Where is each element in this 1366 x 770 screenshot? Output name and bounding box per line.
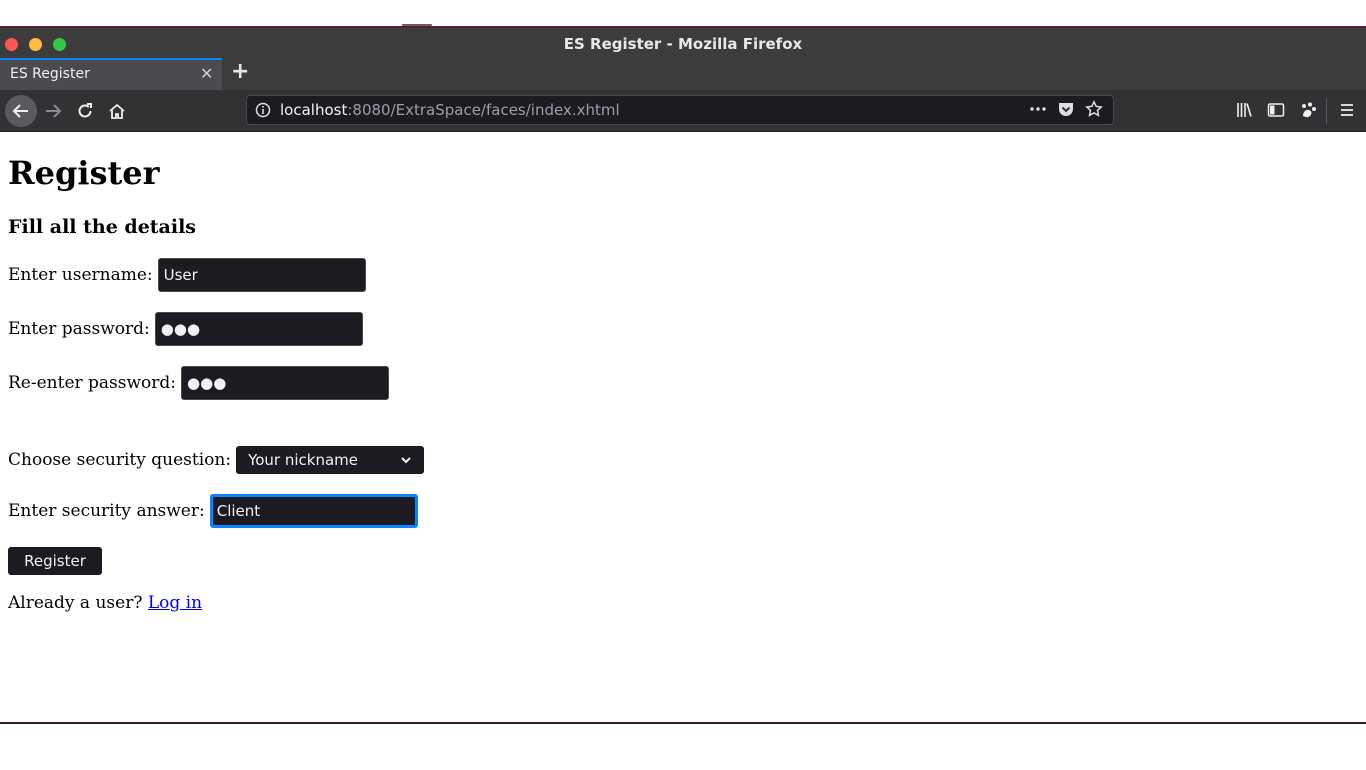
back-button[interactable] [5,95,37,127]
login-prompt-row: Already a user? Log in [8,593,202,613]
password-label: Enter password: [8,319,150,339]
toolbar-separator [1326,98,1327,124]
sidebar-icon [1267,103,1285,117]
reload-icon [78,103,92,118]
reenter-password-row: Re-enter password: ●●● [8,366,390,400]
desktop-bottom-strip [0,722,1366,770]
login-prompt: Already a user? [8,593,143,613]
library-icon [1237,103,1252,117]
security-question-selected: Your nickname [248,451,359,469]
tab-bar: ES Register ✕ + [0,58,1366,90]
home-icon [109,103,125,119]
page-content: Register Fill all the details Enter user… [0,132,1366,725]
library-button[interactable] [1232,98,1256,122]
url-path: :8080/ExtraSpace/faces/index.xhtml [347,101,620,119]
login-link[interactable]: Log in [148,593,202,613]
navigation-toolbar: localhost:8080/ExtraSpace/faces/index.xh… [0,90,1366,132]
security-answer-label: Enter security answer: [8,501,205,521]
reload-button[interactable] [71,97,99,125]
site-info-icon[interactable] [255,102,271,122]
reenter-password-input[interactable]: ●●● [181,366,390,400]
home-button[interactable] [103,97,131,125]
hamburger-menu-icon [1341,104,1353,116]
username-row: Enter username: User [8,258,366,292]
security-question-select[interactable]: Your nickname [236,446,425,474]
title-bar: ES Register - Mozilla Firefox [0,28,1366,58]
chevron-down-icon [401,457,411,464]
extension-button[interactable] [1296,98,1320,122]
username-input[interactable]: User [157,258,366,292]
forward-button[interactable] [39,97,67,125]
security-question-row: Choose security question: Your nickname [8,446,425,474]
browser-window: ES Register - Mozilla Firefox ES Registe… [0,26,1366,725]
page-title: Register [8,154,160,192]
paw-extension-icon [1302,102,1316,118]
tab-label: ES Register [10,66,90,82]
password-input[interactable]: ●●● [154,312,363,346]
close-tab-icon[interactable]: ✕ [200,64,213,83]
bookmark-star-icon[interactable] [1085,100,1103,122]
pocket-icon[interactable] [1057,100,1075,122]
page-actions-icon[interactable] [1029,100,1047,122]
menu-button[interactable] [1335,98,1359,122]
tab-es-register[interactable]: ES Register ✕ [0,58,222,90]
window-title: ES Register - Mozilla Firefox [563,35,803,53]
back-arrow-icon [12,104,28,118]
page-subtitle: Fill all the details [8,216,197,238]
register-button[interactable]: Register [8,547,102,575]
sidebar-button[interactable] [1264,98,1288,122]
reenter-password-label: Re-enter password: [8,373,177,393]
url-bar[interactable]: localhost:8080/ExtraSpace/faces/index.xh… [246,95,1114,125]
url-host: localhost [280,101,348,119]
desktop-top-strip [0,0,1366,28]
new-tab-button[interactable]: + [231,59,249,84]
username-label: Enter username: [8,265,153,285]
security-question-label: Choose security question: [8,450,232,470]
password-row: Enter password: ●●● [8,312,363,346]
security-answer-row: Enter security answer: Client [8,494,418,528]
forward-arrow-icon [46,104,62,118]
url-text[interactable]: localhost:8080/ExtraSpace/faces/index.xh… [280,101,620,119]
security-answer-input[interactable]: Client [209,494,418,528]
